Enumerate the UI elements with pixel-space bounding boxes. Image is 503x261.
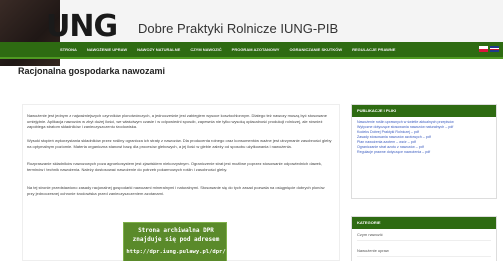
- category-link[interactable]: Nawożenie upraw: [357, 248, 491, 257]
- publication-link[interactable]: Nawożenie roślin uprawnych w świetle akt…: [357, 120, 491, 124]
- publication-link[interactable]: Ograniczanie strat azotu z nawozów – pdf: [357, 145, 491, 149]
- nav-item-czym-nawozic[interactable]: CZYM NAWOZIĆ: [190, 47, 221, 53]
- banner-line: znajduje się pod adresem: [132, 236, 220, 243]
- nav-item-program-azotanowy[interactable]: PROGRAM AZOTANOWY: [232, 47, 280, 53]
- nav-item-nawozy-naturalne[interactable]: NAWOZY NATURALNE: [137, 47, 180, 53]
- nav-item-ograniczanie-skutkow[interactable]: OGRANICZANIE SKUTKÓW: [289, 47, 342, 53]
- publication-link[interactable]: Plan nawożenia azotem – wzór – pdf: [357, 140, 491, 144]
- publication-link[interactable]: Wytyczne dotyczące stosowania nawozów na…: [357, 125, 491, 129]
- article-content: Nawożenie jest jednym z najważniejszych …: [22, 104, 340, 261]
- publication-link[interactable]: Kodeks Dobrej Praktyki Rolniczej – pdf: [357, 130, 491, 134]
- polish-flag-icon[interactable]: [479, 46, 488, 52]
- banner-url[interactable]: http://dpr.iung.pulawy.pl/dpr/: [124, 248, 226, 256]
- nav-item-nawozenie-upraw[interactable]: NAWOŻENIE UPRAW: [87, 47, 127, 53]
- categories-heading: KATEGORIE: [352, 217, 496, 229]
- publications-box: PUBLIKACJE I PLIKI Nawożenie roślin upra…: [351, 104, 497, 199]
- english-flag-icon[interactable]: [490, 46, 499, 52]
- archive-banner[interactable]: Strona archiwalna DPR znajduje się pod a…: [123, 222, 227, 261]
- publication-link[interactable]: Regulacje prawne dotyczące nawożenia – p…: [357, 150, 491, 154]
- banner-line: Strona archiwalna DPR: [138, 227, 214, 234]
- nav-item-strona[interactable]: STRONA: [60, 47, 77, 53]
- site-header: UNG Dobre Praktyki Rolnicze IUNG-PIB: [0, 0, 503, 66]
- categories-box: KATEGORIE Czym nawozić Nawożenie upraw: [351, 216, 497, 261]
- nav-item-regulacje-prawne[interactable]: REGULACJE PRAWNE: [352, 47, 395, 53]
- main-navigation: STRONA NAWOŻENIE UPRAW NAWOZY NATURALNE …: [0, 42, 503, 59]
- category-link[interactable]: Czym nawozić: [357, 232, 491, 241]
- page-title: Racjonalna gospodarka nawozami: [18, 66, 166, 76]
- publication-link[interactable]: Zasady stosowania nawozów azotowych – pd…: [357, 135, 491, 139]
- article-paragraph: Wysoki stopień wykorzystania składników …: [27, 138, 332, 149]
- site-title[interactable]: Dobre Praktyki Rolnicze IUNG-PIB: [138, 22, 338, 36]
- logo-text[interactable]: UNG: [46, 12, 118, 42]
- article-paragraph: Nawożenie jest jednym z najważniejszych …: [27, 113, 327, 130]
- article-paragraph: Rozpraszanie składników nawozowych poza …: [27, 161, 323, 172]
- publications-heading: PUBLIKACJE I PLIKI: [352, 105, 496, 117]
- article-paragraph: Na tej stronie przedstawiono zasady racj…: [27, 185, 325, 196]
